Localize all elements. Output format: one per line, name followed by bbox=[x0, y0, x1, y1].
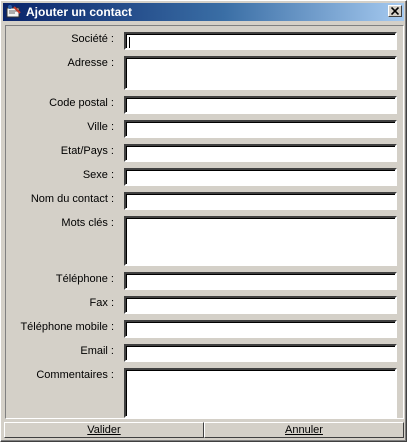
city-label: Ville : bbox=[87, 121, 114, 133]
email-label: Email : bbox=[80, 345, 114, 357]
state-country-field[interactable] bbox=[124, 144, 397, 162]
close-button[interactable] bbox=[388, 5, 402, 17]
address-label: Adresse : bbox=[67, 57, 114, 69]
validate-button[interactable]: Valider bbox=[4, 422, 204, 438]
keywords-label: Mots clés : bbox=[61, 217, 114, 229]
validate-button-label: Valider bbox=[87, 424, 121, 436]
gender-field[interactable] bbox=[124, 168, 397, 186]
fax-field[interactable] bbox=[124, 296, 397, 314]
contact-name-field[interactable] bbox=[124, 192, 397, 210]
mobile-phone-label: Téléphone mobile : bbox=[20, 321, 114, 333]
comments-label: Commentaires : bbox=[36, 369, 114, 381]
fax-label: Fax : bbox=[89, 297, 114, 309]
mobile-phone-field[interactable] bbox=[124, 320, 397, 338]
postal-code-field[interactable] bbox=[124, 96, 397, 114]
window-title: Ajouter un contact bbox=[26, 5, 133, 19]
company-field[interactable] bbox=[124, 32, 397, 50]
phone-label: Téléphone : bbox=[55, 273, 114, 285]
application-icon bbox=[6, 5, 21, 18]
company-label: Société : bbox=[71, 33, 114, 45]
phone-field[interactable] bbox=[124, 272, 397, 290]
email-field[interactable] bbox=[124, 344, 397, 362]
contact-name-label: Nom du contact : bbox=[30, 193, 114, 205]
add-contact-dialog: Ajouter un contact Société : Adresse : C… bbox=[0, 0, 407, 442]
gender-label: Sexe : bbox=[82, 169, 114, 181]
state-country-label: Etat/Pays : bbox=[60, 145, 114, 157]
postal-code-label: Code postal : bbox=[49, 97, 114, 109]
close-icon bbox=[391, 7, 399, 15]
title-bar[interactable]: Ajouter un contact bbox=[3, 3, 404, 21]
cancel-button-label: Annuler bbox=[285, 424, 323, 436]
keywords-field[interactable] bbox=[124, 216, 397, 266]
address-field[interactable] bbox=[124, 56, 397, 90]
city-field[interactable] bbox=[124, 120, 397, 138]
text-cursor bbox=[129, 37, 130, 48]
cancel-button[interactable]: Annuler bbox=[204, 422, 404, 438]
contact-form: Société : Adresse : Code postal : Ville … bbox=[5, 25, 404, 419]
comments-field[interactable] bbox=[124, 368, 397, 418]
